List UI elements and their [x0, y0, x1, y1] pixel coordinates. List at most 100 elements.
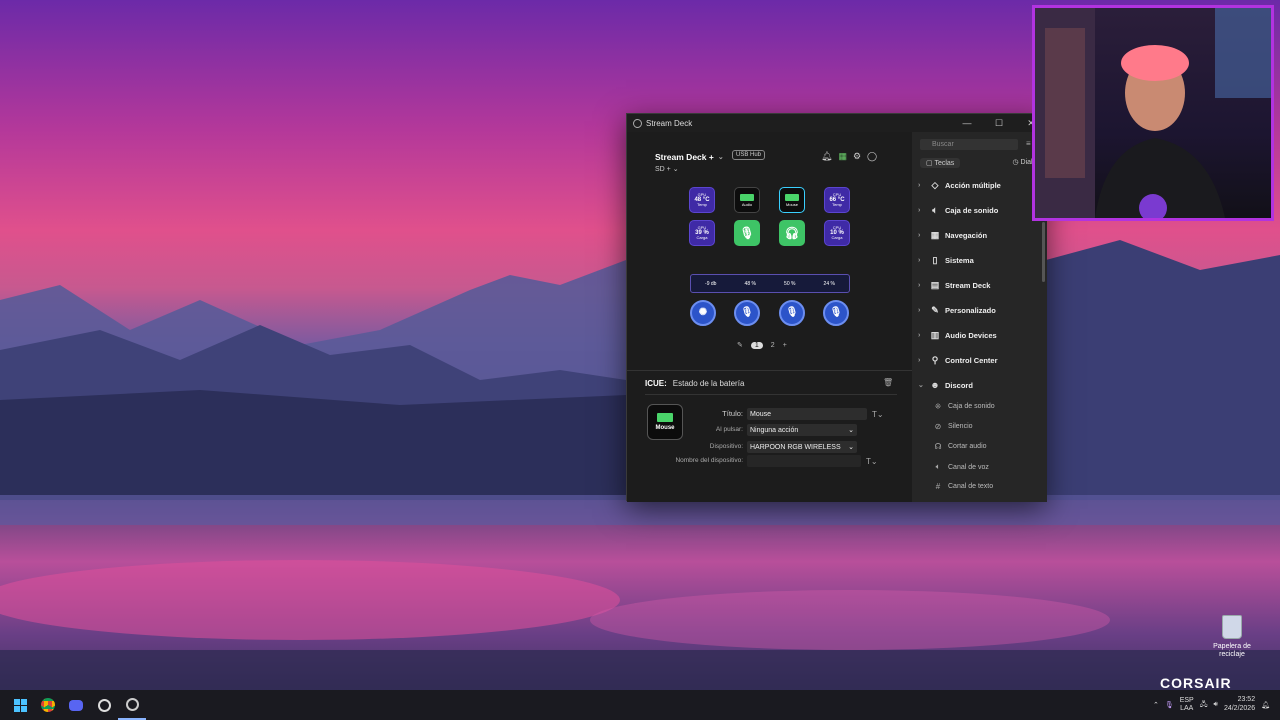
key-headphones[interactable]: 🎧︎ [779, 220, 805, 246]
key-label-bottom: Carga [831, 235, 843, 240]
chevron-down-icon: ⌄ [918, 382, 924, 389]
action-discord-mute[interactable]: ⊘ Silencio [932, 422, 973, 431]
category-discord[interactable]: ⌄ ☻ Discord [918, 380, 973, 390]
key-label-bottom: Carga [696, 235, 708, 240]
trash-icon[interactable]: 🗑︎ [883, 378, 893, 387]
chevron-right-icon: › [918, 332, 921, 339]
press-label: Al pulsar: [715, 426, 743, 434]
chevron-up-icon[interactable]: ⌃ [1153, 701, 1159, 709]
page-2-button[interactable]: 2 [771, 342, 775, 349]
press-value: Ninguna acción [750, 426, 799, 434]
device-selector[interactable]: Stream Deck + ⌄ [655, 152, 724, 162]
pin-icon[interactable]: ✎ [737, 341, 743, 349]
language-indicator[interactable]: ESP LAA [1180, 697, 1194, 712]
key-cpu-temp[interactable]: CPU 66 °C Temp [824, 187, 850, 213]
fan-icon: ✺ [698, 307, 708, 318]
category-stream-deck[interactable]: › ▤ Stream Deck [918, 280, 990, 291]
stream-deck-taskbar-icon[interactable] [118, 690, 146, 720]
category-label: Discord [945, 380, 973, 390]
chevron-down-icon: ⌄ [717, 154, 724, 161]
windows-start-icon[interactable] [6, 690, 34, 720]
device-label: Dispositivo: [709, 443, 743, 451]
tab-keys-label: Teclas [934, 160, 955, 167]
page-1-button[interactable]: 1 [750, 341, 763, 349]
app-icon[interactable] [90, 690, 118, 720]
text-channel-icon: # [935, 482, 941, 491]
category-label: Stream Deck [945, 281, 991, 290]
list-view-icon[interactable]: ≡ [1026, 139, 1031, 148]
maximize-button[interactable]: ☐ [983, 114, 1015, 132]
minimize-button[interactable]: — [951, 114, 983, 132]
dial-microphone-2[interactable]: 🎙︎ [779, 300, 805, 326]
chrome-icon[interactable] [34, 690, 62, 720]
marketplace-icon[interactable]: ▦ [838, 151, 847, 162]
category-control-center[interactable]: › ⚲ Control Center [918, 355, 998, 366]
deafen-icon: ☊ [934, 442, 942, 451]
headphones-icon: 🎧︎ [784, 226, 800, 240]
discord-taskbar-icon[interactable] [62, 690, 90, 720]
chevron-down-icon: ⌄ [848, 427, 854, 434]
keyboard-layout: LAA [1180, 705, 1194, 712]
key-audio-battery[interactable]: Audio [734, 187, 760, 213]
action-discord-voice[interactable]: 🔈︎ Canal de voz [932, 462, 989, 472]
bell-icon[interactable]: 🔔︎ [821, 151, 832, 162]
divider [627, 370, 912, 371]
chevron-right-icon: › [918, 207, 921, 214]
key-label-bottom: Mouse [785, 201, 798, 207]
microphone-icon: 🎙︎ [829, 307, 843, 318]
clock[interactable]: 23:52 24/2/2026 [1224, 696, 1255, 714]
category-navigation[interactable]: › ▦ Navegación [918, 230, 987, 241]
microphone-icon: 🎙︎ [739, 226, 755, 240]
title-bar: Stream Deck — ☐ ✕ [627, 114, 1047, 132]
action-label: Caja de sonido [948, 403, 995, 410]
gear-icon[interactable]: ⚙ [853, 151, 861, 162]
key-cpu-load[interactable]: CPU 10 % Carga [824, 220, 850, 246]
add-page-button[interactable]: + [783, 342, 787, 349]
microphone-tray-icon[interactable]: 🎙︎ [1165, 701, 1174, 709]
tab-keys[interactable]: ▢ Teclas [920, 158, 961, 168]
press-row: Al pulsar: Ninguna acción ⌄ [627, 424, 857, 436]
action-discord-soundboard[interactable]: ⁜ Caja de sonido [932, 402, 995, 411]
voice-channel-icon: 🔈︎ [935, 462, 941, 471]
profile-selector[interactable]: SD + ⌄ [655, 165, 679, 173]
action-discord-deafen[interactable]: ☊ Cortar audio [932, 442, 986, 451]
category-custom[interactable]: › ✎ Personalizado [918, 305, 996, 316]
key-mouse-battery[interactable]: Mouse [779, 187, 805, 213]
touch-strip[interactable]: -9 db 48 % 50 % 24 % [690, 274, 850, 293]
key-gpu-load[interactable]: GPU 39 % Carga [689, 220, 715, 246]
title-input[interactable]: Mouse [747, 408, 867, 420]
devname-row: Nombre del dispositivo: T⌄ [627, 455, 878, 467]
category-audio-devices[interactable]: › ▥ Audio Devices [918, 330, 997, 341]
navigation-icon: ▦ [930, 230, 940, 240]
volume-icon[interactable]: 🔊︎ [1214, 701, 1218, 709]
device-select[interactable]: HARPOON RGB WIRELESS ⌄ [747, 441, 857, 453]
key-label-bottom: Temp [697, 202, 707, 207]
title-label: Título: [722, 408, 743, 418]
category-multi-action[interactable]: › ◇ Acción múltiple [918, 180, 1001, 191]
text-format-icon[interactable]: T⌄ [866, 457, 878, 466]
category-system[interactable]: › ▯ Sistema [918, 255, 974, 266]
recycle-bin[interactable]: Papelera de reciclaje [1205, 615, 1259, 658]
action-discord-text[interactable]: # Canal de texto [932, 482, 993, 491]
network-icon[interactable]: 🖧︎ [1200, 700, 1208, 711]
user-icon[interactable]: ◯ [867, 151, 877, 162]
device-value: HARPOON RGB WIRELESS [750, 443, 841, 451]
usb-hub-badge[interactable]: USB Hub [732, 150, 766, 160]
text-format-icon[interactable]: T⌄ [872, 410, 884, 419]
press-select[interactable]: Ninguna acción ⌄ [747, 424, 857, 436]
key-gpu-temp[interactable]: GPU 48 °C Temp [689, 187, 715, 213]
dial-microphone-1[interactable]: 🎙︎ [734, 300, 760, 326]
devname-input[interactable] [747, 455, 861, 467]
dial-microphone-3[interactable]: 🎙︎ [823, 300, 849, 326]
scrollbar[interactable] [1042, 222, 1045, 282]
time: 23:52 [1237, 696, 1256, 704]
title-value: Mouse [750, 410, 772, 418]
key-microphone[interactable]: 🎙︎ [734, 220, 760, 246]
dial-fan[interactable]: ✺ [690, 300, 716, 326]
category-label: Control Center [945, 356, 998, 365]
action-label: Canal de voz [948, 463, 989, 471]
chevron-right-icon: › [918, 257, 921, 264]
category-soundboard[interactable]: › 🔈︎ Caja de sonido [918, 205, 998, 216]
search-input[interactable]: Buscar [920, 139, 1018, 150]
notification-icon[interactable]: 🔔︎ [1261, 701, 1270, 709]
